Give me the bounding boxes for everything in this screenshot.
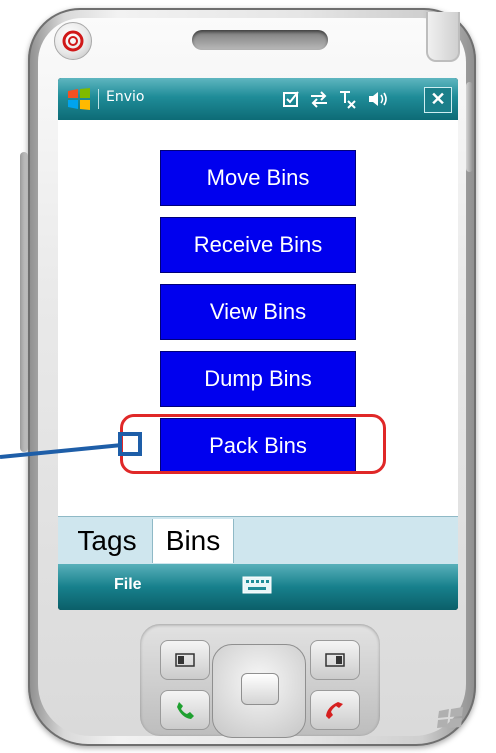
softkey-right-icon [325,653,345,667]
phone-red-icon [326,702,343,719]
dpad-center-button[interactable] [241,673,279,705]
right-softkey-button[interactable] [310,640,360,680]
windows-logo-icon [437,707,463,728]
navigation-dpad[interactable] [212,644,306,738]
end-call-button[interactable] [310,690,360,730]
callout-marker [118,432,142,456]
left-softkey-button[interactable] [160,640,210,680]
softkey-left-icon [175,653,195,667]
phone-green-icon [177,702,194,719]
call-button[interactable] [160,690,210,730]
pack-bins-highlight [120,414,386,474]
